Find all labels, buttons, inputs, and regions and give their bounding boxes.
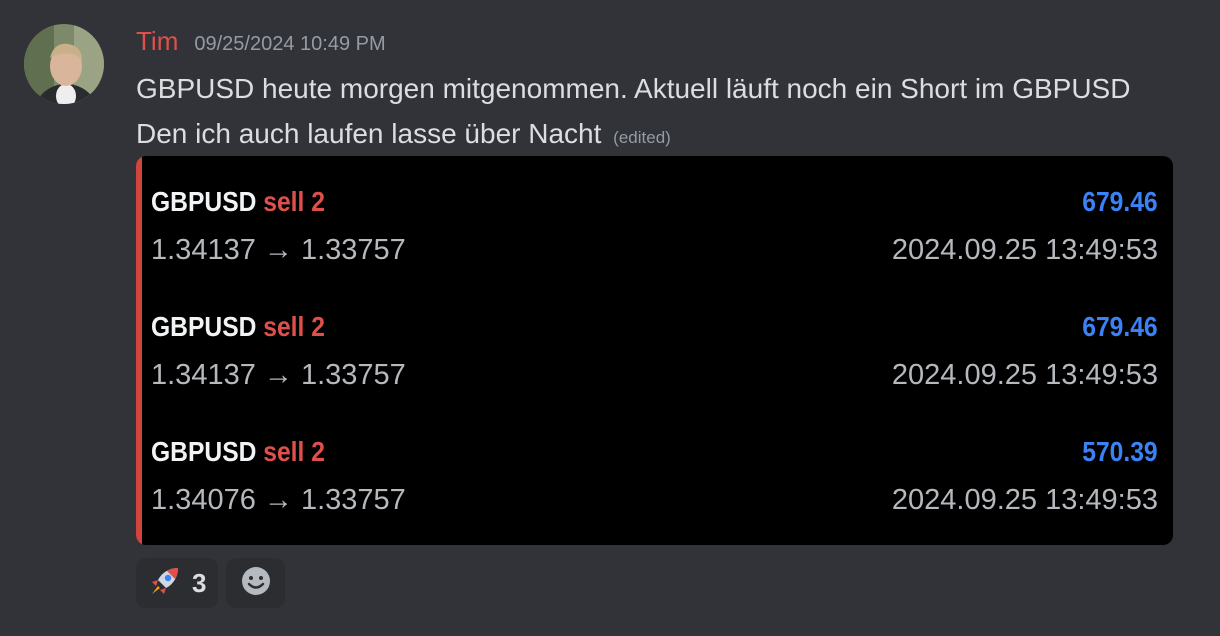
trade-prices: 1.34137 → 1.33757 [151,359,406,391]
embed-accent-bar [136,156,142,545]
trade-side: sell 2 [263,186,325,217]
trade-side: sell 2 [263,311,325,342]
trade-embed: GBPUSD sell 2 679.46 1.34137 → 1.33757 2… [136,156,1173,545]
trade-row: GBPUSD sell 2 679.46 1.34137 → 1.33757 2… [151,156,1158,266]
message-header: Tim 09/25/2024 10:49 PM [136,26,386,62]
edited-label: (edited) [613,128,671,147]
avatar[interactable] [24,24,104,104]
trade-profit: 679.46 [1082,311,1158,342]
reactions-bar: 3 [136,558,286,608]
trade-profit: 679.46 [1082,186,1158,217]
rocket-icon [148,564,182,603]
timestamp[interactable]: 09/25/2024 10:49 PM [194,33,385,56]
trade-row: GBPUSD sell 2 570.39 1.34076 → 1.33757 2… [151,406,1158,516]
trade-title: GBPUSD sell 2 [151,434,325,470]
trade-symbol: GBPUSD [151,436,257,467]
trade-row: GBPUSD sell 2 679.46 1.34137 → 1.33757 2… [151,281,1158,391]
message-content: GBPUSD heute morgen mitgenommen. Aktuell… [136,66,1136,160]
reaction-rocket[interactable]: 3 [136,558,219,608]
smiley-icon [240,565,272,602]
trade-symbol: GBPUSD [151,186,257,217]
trade-time: 2024.09.25 13:49:53 [891,234,1158,266]
reaction-count: 3 [192,567,207,598]
trade-time: 2024.09.25 13:49:53 [891,359,1158,391]
add-reaction-button[interactable] [226,558,286,608]
trade-title: GBPUSD sell 2 [151,184,325,220]
trade-profit: 570.39 [1082,436,1158,467]
trade-prices: 1.34137 → 1.33757 [151,234,406,266]
trade-side: sell 2 [263,436,325,467]
trade-symbol: GBPUSD [151,311,257,342]
username[interactable]: Tim [136,26,178,57]
trade-time: 2024.09.25 13:49:53 [891,484,1158,516]
trade-title: GBPUSD sell 2 [151,309,325,345]
trade-prices: 1.34076 → 1.33757 [151,484,406,516]
